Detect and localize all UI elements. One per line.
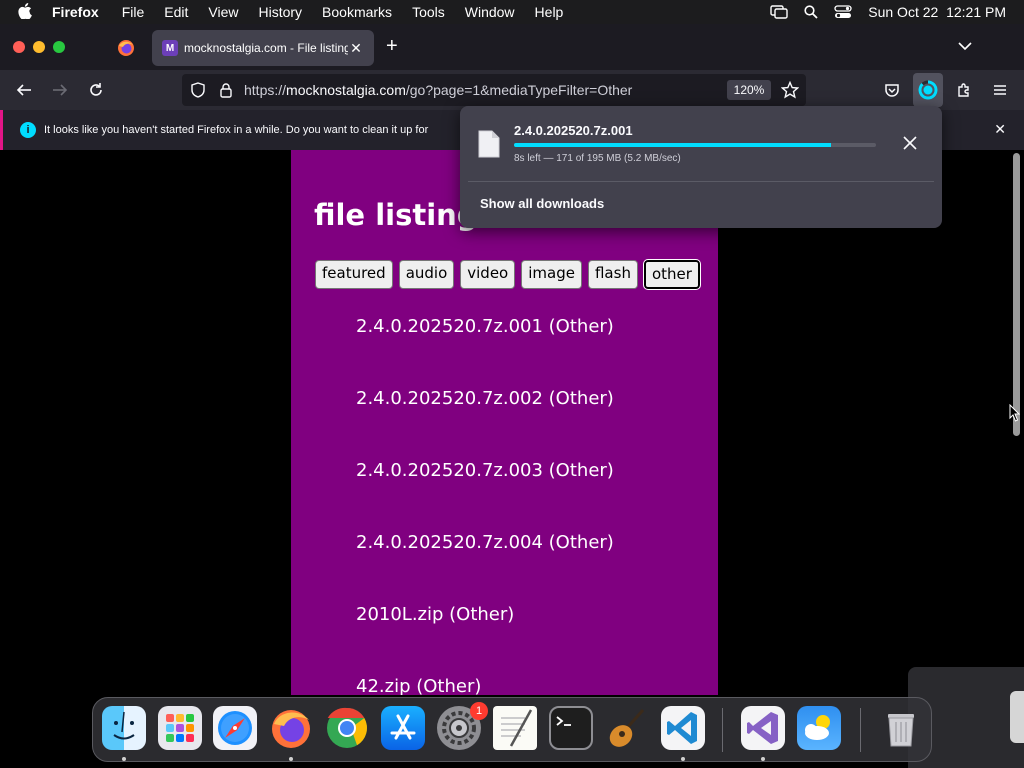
app-store-icon[interactable] xyxy=(381,706,425,750)
downloads-progress-icon xyxy=(918,80,938,100)
tab-close-icon[interactable]: ✕ xyxy=(348,40,364,57)
downloads-panel: 2.4.0.202520.7z.001 8s left — 171 of 195… xyxy=(460,106,942,228)
menu-view[interactable]: View xyxy=(208,4,238,20)
list-all-tabs-chevron-icon[interactable] xyxy=(958,38,972,56)
vscode-icon[interactable] xyxy=(661,706,705,750)
menu-clock[interactable]: Sun Oct 22 12:21 PM xyxy=(868,4,1006,20)
screen-mirroring-icon[interactable] xyxy=(770,5,788,19)
page-title: file listing xyxy=(314,198,478,232)
firefox-dock-icon[interactable] xyxy=(269,706,313,750)
macos-menu-bar: Firefox File Edit View History Bookmarks… xyxy=(0,0,1024,24)
trash-icon[interactable] xyxy=(879,706,923,750)
downloads-button[interactable] xyxy=(913,73,943,107)
window-zoom-button[interactable] xyxy=(53,41,65,53)
menu-edit[interactable]: Edit xyxy=(164,4,188,20)
file-listing-card: file listing featured audio video image … xyxy=(291,150,718,695)
extensions-puzzle-icon[interactable] xyxy=(953,79,975,101)
filter-video-button[interactable]: video xyxy=(460,260,516,289)
filter-flash-button[interactable]: flash xyxy=(587,260,638,289)
page-content: file listing featured audio video image … xyxy=(0,150,1008,695)
new-tab-plus-icon[interactable]: + xyxy=(386,36,398,56)
garageband-guitar-icon[interactable] xyxy=(605,706,649,750)
tab-favicon-icon: M xyxy=(162,40,178,56)
url-path: /go?page=1&mediaTypeFilter=Other xyxy=(405,82,633,98)
notification-text: It looks like you haven't started Firefo… xyxy=(44,124,429,136)
terminal-icon[interactable] xyxy=(549,706,593,750)
file-link[interactable]: 42.zip (Other) xyxy=(356,676,614,695)
file-link[interactable]: 2.4.0.202520.7z.004 (Other) xyxy=(356,532,614,604)
lock-icon[interactable] xyxy=(219,82,233,101)
vscode-running-indicator xyxy=(681,757,685,761)
panel-divider xyxy=(468,181,934,182)
firefox-running-indicator xyxy=(289,757,293,761)
tab-active[interactable]: M mocknostalgia.com - File listing ✕ xyxy=(152,30,374,66)
url-scheme: https:// xyxy=(244,82,287,98)
hamburger-menu-icon[interactable] xyxy=(989,79,1011,101)
tab-strip: M mocknostalgia.com - File listing ✕ + xyxy=(0,24,1024,70)
filter-image-button[interactable]: image xyxy=(521,260,582,289)
download-progress-fill xyxy=(514,143,832,147)
textedit-icon[interactable] xyxy=(493,706,537,750)
notification-close-icon[interactable]: ✕ xyxy=(994,121,1006,138)
file-link[interactable]: 2.4.0.202520.7z.001 (Other) xyxy=(356,316,614,388)
show-all-downloads-button[interactable]: Show all downloads xyxy=(480,196,604,211)
download-filename[interactable]: 2.4.0.202520.7z.001 xyxy=(514,123,633,138)
window-close-button[interactable] xyxy=(13,41,25,53)
url-host: mocknostalgia.com xyxy=(286,82,406,98)
menu-window[interactable]: Window xyxy=(465,4,515,20)
forward-arrow-icon[interactable] xyxy=(49,79,71,101)
menu-app-firefox[interactable]: Firefox xyxy=(52,4,99,20)
apple-menu-icon[interactable] xyxy=(18,2,34,22)
chrome-icon[interactable] xyxy=(325,706,369,750)
tab-title: mocknostalgia.com - File listing xyxy=(184,41,348,55)
safari-icon[interactable] xyxy=(213,706,257,750)
dock-separator xyxy=(722,708,723,752)
notification-badge: 1 xyxy=(470,702,488,720)
visual-studio-running-indicator xyxy=(761,757,765,761)
weather-icon[interactable] xyxy=(797,706,841,750)
pocket-icon[interactable] xyxy=(881,79,903,101)
tracking-protection-shield-icon[interactable] xyxy=(191,82,205,101)
info-icon: i xyxy=(20,122,36,138)
bookmark-star-icon[interactable] xyxy=(780,80,800,102)
file-link[interactable]: 2010L.zip (Other) xyxy=(356,604,614,676)
dock-separator xyxy=(860,708,861,752)
cancel-download-x-icon[interactable] xyxy=(903,136,917,155)
menu-tools[interactable]: Tools xyxy=(412,4,445,20)
url-text: https://mocknostalgia.com/go?page=1&medi… xyxy=(244,82,632,98)
menu-history[interactable]: History xyxy=(258,4,302,20)
visual-studio-icon[interactable] xyxy=(741,706,785,750)
media-type-filters: featured audio video image flash other xyxy=(315,259,701,290)
url-bar[interactable]: https://mocknostalgia.com/go?page=1&medi… xyxy=(182,74,806,106)
reload-icon[interactable] xyxy=(85,79,107,101)
filter-featured-button[interactable]: featured xyxy=(315,260,393,289)
filter-audio-button[interactable]: audio xyxy=(398,260,455,289)
file-link[interactable]: 2.4.0.202520.7z.002 (Other) xyxy=(356,388,614,460)
spotlight-search-icon[interactable] xyxy=(804,5,818,19)
finder-icon[interactable] xyxy=(102,706,146,750)
download-status: 8s left — 171 of 195 MB (5.2 MB/sec) xyxy=(514,153,681,164)
menu-help[interactable]: Help xyxy=(535,4,564,20)
back-arrow-icon[interactable] xyxy=(13,79,35,101)
menu-bookmarks[interactable]: Bookmarks xyxy=(322,4,392,20)
download-progress-bar xyxy=(514,143,876,147)
zoom-level-button[interactable]: 120% xyxy=(727,80,771,100)
scrollbar-thumb[interactable] xyxy=(1013,153,1020,436)
menu-file[interactable]: File xyxy=(122,4,145,20)
launchpad-icon[interactable] xyxy=(158,706,202,750)
macos-dock: 1 xyxy=(92,697,932,762)
file-icon xyxy=(478,130,500,163)
firefox-tab-icon[interactable] xyxy=(117,39,135,62)
navigation-toolbar: https://mocknostalgia.com/go?page=1&medi… xyxy=(0,70,1024,110)
finder-running-indicator xyxy=(122,757,126,761)
window-minimize-button[interactable] xyxy=(33,41,45,53)
control-center-icon[interactable] xyxy=(834,5,852,19)
file-list: 2.4.0.202520.7z.001 (Other) 2.4.0.202520… xyxy=(356,316,614,695)
mouse-pointer-icon xyxy=(1009,403,1021,427)
filter-other-button[interactable]: other xyxy=(642,259,701,290)
file-link[interactable]: 2.4.0.202520.7z.003 (Other) xyxy=(356,460,614,532)
